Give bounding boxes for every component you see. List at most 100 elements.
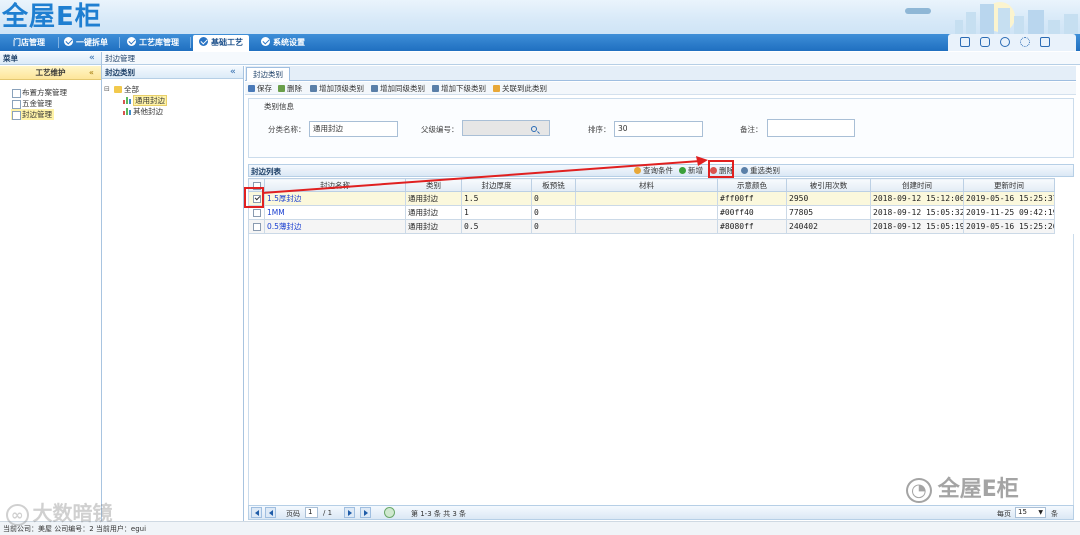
column-header-premill[interactable]: 板预铣 — [531, 178, 576, 192]
folder-icon — [114, 86, 122, 93]
nav-tab-system-settings[interactable]: 系统设置 — [255, 34, 311, 51]
category-cell: 通用封边 — [405, 205, 462, 220]
add-button[interactable]: 新增 — [679, 165, 703, 176]
calendar-icon[interactable] — [980, 37, 990, 47]
chart-icon — [123, 97, 131, 104]
category-name-label: 分类名称： — [268, 125, 306, 134]
material-cell — [575, 191, 718, 206]
add-child-category-button[interactable]: 增加下级类别 — [432, 82, 486, 95]
table-header-row: 封边名称 类别 封边厚度 板预铣 材料 示意颜色 被引用次数 创建时间 更新时间 — [248, 178, 1055, 192]
breadcrumb: 封边管理 — [102, 52, 1080, 65]
table-row[interactable]: 1.5厚封边 通用封边 1.5 0 #ff00ff 2950 2018-09-1… — [248, 191, 1055, 206]
thickness-cell: 0.5 — [461, 219, 532, 234]
panel-divider — [101, 52, 102, 521]
building-decoration — [998, 8, 1010, 34]
premill-cell: 0 — [531, 205, 576, 220]
category-name-input[interactable]: 通用封边 — [309, 121, 398, 137]
next-page-button[interactable] — [344, 507, 355, 518]
save-button[interactable]: 保存 — [248, 82, 272, 95]
column-header-refs[interactable]: 被引用次数 — [786, 178, 871, 192]
chevron-down-icon: ▼ — [1038, 509, 1043, 516]
first-page-button[interactable] — [251, 507, 262, 518]
exit-icon[interactable] — [1040, 37, 1050, 47]
check-circle-icon — [199, 37, 208, 46]
panel-divider — [243, 66, 244, 521]
column-header-category[interactable]: 类别 — [405, 178, 462, 192]
check-circle-icon — [64, 37, 73, 46]
per-page-select[interactable]: 15 ▼ — [1015, 507, 1046, 518]
column-header-created[interactable]: 创建时间 — [870, 178, 964, 192]
menu-section-craft[interactable]: 工艺维护 « — [0, 66, 101, 80]
color-cell: #8080ff — [717, 219, 787, 234]
add-top-category-button[interactable]: 增加顶级类别 — [310, 82, 364, 95]
category-cell: 通用封边 — [405, 191, 462, 206]
page-input[interactable]: 1 — [305, 507, 318, 518]
tree-node-other[interactable]: 其他封边 — [123, 106, 163, 117]
per-page-label: 每页 — [997, 510, 1011, 518]
remark-textarea[interactable] — [767, 119, 855, 137]
column-header-updated[interactable]: 更新时间 — [963, 178, 1055, 192]
menu-item-layout[interactable]: 布置方案管理 — [11, 87, 69, 98]
table-row[interactable]: 1MM 通用封边 1 0 #00ff40 77805 2018-09-12 15… — [248, 205, 1055, 220]
main-nav: 门店管理 一键拆单 工艺库管理 基础工艺 系统设置 — [0, 34, 1080, 51]
column-header-material[interactable]: 材料 — [575, 178, 718, 192]
edge-name-link[interactable]: 1MM — [264, 205, 406, 220]
category-info-legend: 类别信息 — [262, 101, 296, 112]
nav-tab-split-order[interactable]: 一键拆单 — [58, 34, 114, 51]
prev-page-button[interactable] — [265, 507, 276, 518]
check-circle-icon — [127, 37, 136, 46]
nav-tab-store[interactable]: 门店管理 — [7, 34, 51, 51]
tree-expand-icon[interactable]: ⊟ — [104, 84, 110, 95]
link-to-category-button[interactable]: 关联到此类别 — [493, 82, 547, 95]
last-page-button[interactable] — [360, 507, 371, 518]
add-sibling-category-button[interactable]: 增加同级类别 — [371, 82, 425, 95]
nav-tab-craft-library[interactable]: 工艺库管理 — [121, 34, 185, 51]
building-decoration — [1014, 16, 1024, 34]
thickness-cell: 1 — [461, 205, 532, 220]
reselect-category-button[interactable]: 重选类别 — [741, 165, 780, 176]
delete-category-button[interactable]: 删除 — [278, 82, 302, 95]
edge-name-link[interactable]: 1.5厚封边 — [264, 191, 406, 206]
chevron-up-icon[interactable]: « — [89, 66, 94, 80]
tree-node-general[interactable]: 通用封边 — [123, 95, 167, 106]
record-range: 第 1-3 条 共 3 条 — [411, 510, 467, 518]
header-tool-icons — [948, 34, 1076, 51]
order-input[interactable]: 30 — [614, 121, 703, 137]
menu-item-edge-banding[interactable]: 封边管理 — [11, 109, 54, 120]
column-header-thickness[interactable]: 封边厚度 — [461, 178, 532, 192]
edge-list-table: 封边名称 类别 封边厚度 板预铣 材料 示意颜色 被引用次数 创建时间 更新时间… — [248, 178, 1055, 234]
row-checkbox[interactable] — [252, 222, 261, 231]
home-icon[interactable] — [960, 37, 970, 47]
annotation-box-checkbox — [244, 187, 264, 208]
updated-cell: 2019-11-25 09:42:19 — [963, 205, 1055, 220]
building-decoration — [1028, 10, 1044, 34]
row-checkbox-cell[interactable] — [248, 219, 265, 234]
collapse-left-icon[interactable]: « — [89, 52, 95, 65]
tab-edge-category[interactable]: 封边类别 — [246, 67, 290, 81]
gear-icon[interactable] — [1020, 37, 1030, 47]
row-checkbox[interactable] — [252, 208, 261, 217]
menu-item-hardware[interactable]: 五金管理 — [11, 98, 54, 109]
collapse-tree-icon[interactable]: « — [230, 66, 236, 79]
column-header-name[interactable]: 封边名称 — [264, 178, 406, 192]
airplane-decoration — [905, 8, 931, 14]
category-toolbar: 保存 删除 增加顶级类别 增加同级类别 增加下级类别 关联到此类别 — [245, 82, 1076, 95]
nav-tab-basic-craft[interactable]: 基础工艺 — [193, 35, 249, 51]
thickness-cell: 1.5 — [461, 191, 532, 206]
order-label: 排序： — [588, 125, 611, 134]
annotation-box-delete — [708, 160, 734, 178]
category-cell: 通用封边 — [405, 219, 462, 234]
material-cell — [575, 219, 718, 234]
column-header-color[interactable]: 示意颜色 — [717, 178, 787, 192]
edge-name-link[interactable]: 0.5薄封边 — [264, 219, 406, 234]
tree-node-root[interactable]: ⊟ 全部 — [104, 84, 139, 95]
query-button[interactable]: 查询条件 — [634, 165, 673, 176]
refresh-icon[interactable] — [384, 507, 395, 518]
building-decoration — [1064, 14, 1078, 34]
watermark-right: ◔ 全屋E柜 — [906, 471, 1019, 503]
search-icon[interactable] — [531, 126, 537, 132]
app-header: 全屋E柜 — [0, 0, 1080, 34]
table-row[interactable]: 0.5薄封边 通用封边 0.5 0 #8080ff 240402 2018-09… — [248, 219, 1055, 234]
user-icon[interactable] — [1000, 37, 1010, 47]
page-total: / 1 — [323, 509, 333, 517]
